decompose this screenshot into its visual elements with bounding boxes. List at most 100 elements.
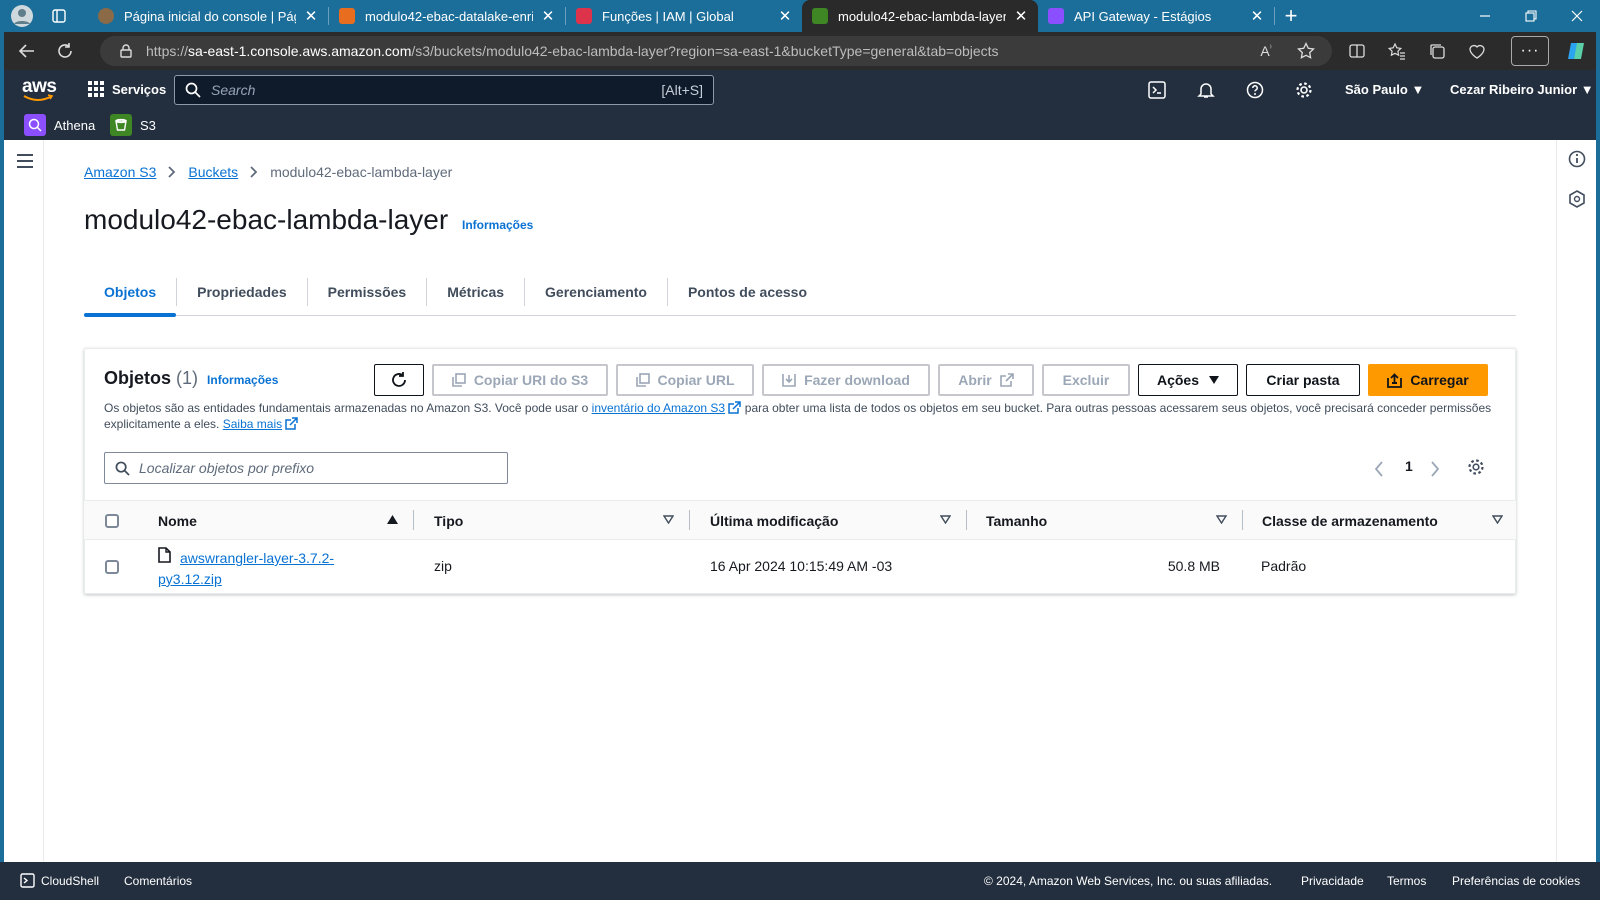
tab-permissions[interactable]: Permissões <box>308 268 427 316</box>
tab-actions-icon[interactable] <box>44 0 74 32</box>
tab-access-points[interactable]: Pontos de acesso <box>668 268 827 316</box>
tab-management[interactable]: Gerenciamento <box>525 268 667 316</box>
column-header-type[interactable]: Tipo <box>434 513 463 529</box>
cloudshell-link[interactable]: CloudShell <box>41 874 99 888</box>
browser-tab[interactable]: Página inicial do console | Página ✕ <box>88 0 328 32</box>
column-resizer[interactable] <box>689 510 690 530</box>
info-panel-icon[interactable] <box>1568 150 1586 168</box>
back-arrow-icon[interactable] <box>8 32 46 70</box>
favorite-label: S3 <box>140 117 156 133</box>
objects-info-link[interactable]: Informações <box>207 373 278 387</box>
profile-avatar-icon[interactable] <box>0 0 44 32</box>
address-bar[interactable]: https://sa-east-1.console.aws.amazon.com… <box>100 36 1332 66</box>
copy-s3-uri-button[interactable]: Copiar URI do S3 <box>432 364 608 396</box>
feedback-link[interactable]: Comentários <box>124 874 192 888</box>
sort-icon[interactable] <box>663 515 674 524</box>
services-menu[interactable]: Serviços <box>88 81 166 97</box>
aws-logo[interactable]: aws <box>22 76 57 102</box>
column-header-size[interactable]: Tamanho <box>986 513 1047 529</box>
s3-service-icon <box>110 114 132 136</box>
browser-tab-active[interactable]: modulo42-ebac-lambda-layer - E ✕ <box>802 0 1038 32</box>
sort-icon[interactable] <box>1492 515 1503 524</box>
external-link-icon <box>285 417 299 430</box>
notifications-bell-icon[interactable] <box>1194 78 1218 102</box>
hamburger-menu-icon[interactable] <box>17 154 33 168</box>
s3-inventory-link[interactable]: inventário do Amazon S3 <box>592 401 725 415</box>
page-number[interactable]: 1 <box>1405 458 1413 474</box>
collections-icon[interactable] <box>1422 36 1452 66</box>
restore-icon[interactable] <box>1508 0 1554 32</box>
sort-icon[interactable] <box>1216 515 1227 524</box>
row-checkbox[interactable] <box>105 560 119 574</box>
favorite-star-icon[interactable] <box>1291 36 1321 66</box>
browser-tab[interactable]: modulo42-ebac-datalake-enrich ✕ <box>329 0 565 32</box>
upload-button[interactable]: Carregar <box>1368 364 1488 396</box>
sort-icon[interactable] <box>940 515 951 524</box>
read-aloud-icon[interactable]: A⁾ <box>1251 36 1281 66</box>
actions-dropdown[interactable]: Ações <box>1138 364 1238 396</box>
browser-tab[interactable]: Funções | IAM | Global ✕ <box>566 0 802 32</box>
delete-button[interactable]: Excluir <box>1042 364 1130 396</box>
table-preferences-gear-icon[interactable] <box>1467 458 1485 476</box>
create-folder-button[interactable]: Criar pasta <box>1246 364 1360 396</box>
split-screen-icon[interactable] <box>1342 36 1372 66</box>
learn-more-link[interactable]: Saiba mais <box>223 417 282 431</box>
tab-metrics[interactable]: Métricas <box>427 268 524 316</box>
close-tab-icon[interactable]: ✕ <box>1012 7 1030 25</box>
column-header-last-modified[interactable]: Última modificação <box>710 513 838 529</box>
settings-gear-icon[interactable] <box>1292 78 1316 102</box>
account-menu[interactable]: Cezar Ribeiro Junior ▼ <box>1450 82 1594 97</box>
prefix-filter-input[interactable]: Localizar objetos por prefixo <box>104 452 508 484</box>
open-button[interactable]: Abrir <box>938 364 1034 396</box>
new-tab-icon[interactable]: + <box>1275 3 1307 29</box>
close-tab-icon[interactable]: ✕ <box>1248 7 1266 25</box>
refresh-button[interactable] <box>374 364 424 396</box>
global-search-input[interactable]: Search [Alt+S] <box>174 75 714 105</box>
caret-down-icon: ▼ <box>1411 82 1425 97</box>
more-menu-icon[interactable]: ··· <box>1511 36 1549 66</box>
cookie-preferences-link[interactable]: Preferências de cookies <box>1452 874 1580 888</box>
grid-icon <box>88 81 104 97</box>
tab-properties[interactable]: Propriedades <box>177 268 306 316</box>
browser-toolbar: https://sa-east-1.console.aws.amazon.com… <box>0 32 1600 70</box>
minimize-icon[interactable] <box>1462 0 1508 32</box>
download-button[interactable]: Fazer download <box>762 364 930 396</box>
breadcrumb-amazon-s3[interactable]: Amazon S3 <box>84 164 156 180</box>
browser-essentials-icon[interactable] <box>1462 36 1492 66</box>
copilot-icon[interactable] <box>1561 36 1591 66</box>
breadcrumb-current: modulo42-ebac-lambda-layer <box>270 164 453 180</box>
close-tab-icon[interactable]: ✕ <box>776 7 794 25</box>
previous-page-icon[interactable] <box>1374 461 1384 477</box>
cloudshell-icon[interactable] <box>1145 78 1169 102</box>
favorite-s3[interactable]: S3 <box>110 113 156 137</box>
aws-top-navigation: aws Serviços Search [Alt+S] São Paulo ▼ … <box>0 70 1600 140</box>
favorite-athena[interactable]: Athena <box>24 113 95 137</box>
close-window-icon[interactable] <box>1554 0 1600 32</box>
security-hub-icon[interactable] <box>1568 190 1586 208</box>
column-header-name[interactable]: Nome <box>158 513 197 529</box>
column-resizer[interactable] <box>413 510 414 530</box>
next-page-icon[interactable] <box>1430 461 1440 477</box>
button-label: Fazer download <box>804 372 910 388</box>
select-all-checkbox[interactable] <box>105 514 119 528</box>
terms-link[interactable]: Termos <box>1387 874 1426 888</box>
breadcrumb-buckets[interactable]: Buckets <box>188 164 238 180</box>
column-resizer[interactable] <box>966 510 967 530</box>
favorites-icon[interactable] <box>1382 36 1412 66</box>
left-navigation-rail <box>4 140 44 862</box>
page-info-link[interactable]: Informações <box>462 218 533 232</box>
region-selector[interactable]: São Paulo ▼ <box>1345 82 1424 97</box>
help-icon[interactable] <box>1243 78 1267 102</box>
reload-icon[interactable] <box>46 32 84 70</box>
column-header-storage-class[interactable]: Classe de armazenamento <box>1262 513 1438 529</box>
browser-tab[interactable]: API Gateway - Estágios ✕ <box>1038 0 1274 32</box>
close-tab-icon[interactable]: ✕ <box>539 7 557 25</box>
column-resizer[interactable] <box>1242 510 1243 530</box>
close-tab-icon[interactable]: ✕ <box>302 7 320 25</box>
privacy-link[interactable]: Privacidade <box>1301 874 1364 888</box>
tab-objects[interactable]: Objetos <box>84 268 177 317</box>
object-name-link[interactable]: awswrangler-layer-3.7.2- py3.12.zip <box>158 548 334 590</box>
sort-ascending-icon[interactable] <box>387 515 398 524</box>
copy-icon <box>452 373 466 387</box>
copy-url-button[interactable]: Copiar URL <box>616 364 754 396</box>
